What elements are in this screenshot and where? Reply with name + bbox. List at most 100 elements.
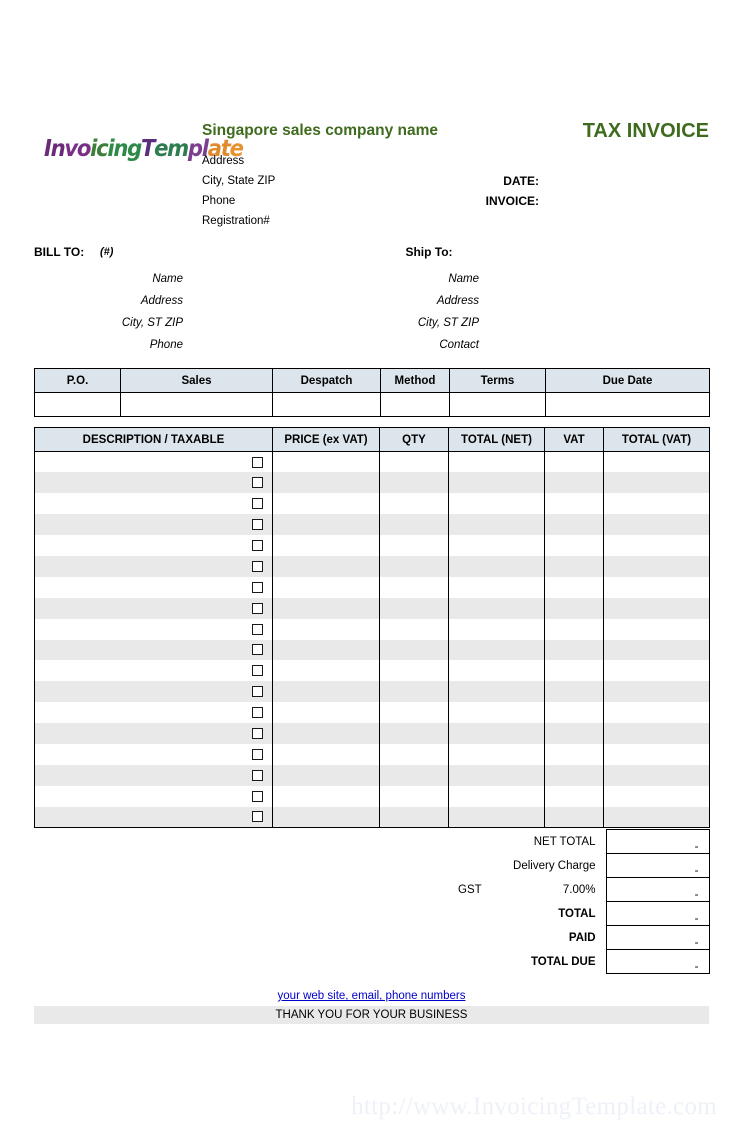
cell-price[interactable] [272, 576, 380, 598]
cell-total-vat[interactable] [603, 639, 710, 661]
cell-total-net[interactable] [448, 785, 545, 807]
cell-total-net[interactable] [448, 493, 545, 515]
paid-value[interactable]: - [605, 925, 710, 950]
cell-description[interactable] [34, 702, 273, 724]
cell-vat[interactable] [544, 597, 604, 619]
cell-qty[interactable] [379, 576, 449, 598]
cell-total-net[interactable] [448, 639, 545, 661]
cell-price[interactable] [272, 806, 380, 829]
cell-description[interactable] [34, 723, 273, 744]
field-due-date[interactable] [545, 392, 710, 417]
cell-total-vat[interactable] [603, 535, 710, 556]
cell-total-vat[interactable] [603, 576, 710, 598]
cell-vat[interactable] [544, 743, 604, 765]
cell-price[interactable] [272, 785, 380, 807]
cell-price[interactable] [272, 660, 380, 682]
cell-price[interactable] [272, 451, 380, 473]
cell-description[interactable] [34, 806, 273, 829]
field-method[interactable] [380, 392, 450, 417]
cell-price[interactable] [272, 764, 380, 786]
cell-description[interactable] [34, 451, 273, 473]
cell-total-net[interactable] [448, 660, 545, 682]
cell-total-vat[interactable] [603, 660, 710, 682]
cell-total-vat[interactable] [603, 702, 710, 724]
bill-to-address[interactable]: Address [34, 290, 183, 312]
cell-price[interactable] [272, 472, 380, 494]
cell-total-net[interactable] [448, 597, 545, 619]
cell-total-net[interactable] [448, 576, 545, 598]
cell-total-vat[interactable] [603, 806, 710, 829]
cell-vat[interactable] [544, 723, 604, 744]
cell-description[interactable] [34, 639, 273, 661]
cell-price[interactable] [272, 743, 380, 765]
taxable-checkbox[interactable] [252, 811, 263, 823]
taxable-checkbox[interactable] [252, 581, 263, 593]
bill-to-name[interactable]: Name [34, 268, 183, 290]
taxable-checkbox[interactable] [252, 602, 263, 614]
cell-price[interactable] [272, 618, 380, 640]
taxable-checkbox[interactable] [252, 686, 263, 698]
taxable-checkbox[interactable] [252, 519, 263, 531]
cell-vat[interactable] [544, 639, 604, 661]
taxable-checkbox[interactable] [252, 456, 263, 468]
gst-rate[interactable]: 7.00% [474, 878, 606, 902]
cell-qty[interactable] [379, 493, 449, 515]
cell-qty[interactable] [379, 702, 449, 724]
cell-description[interactable] [34, 472, 273, 494]
cell-qty[interactable] [379, 472, 449, 494]
ship-to-name[interactable]: Name [354, 268, 479, 290]
taxable-checkbox[interactable] [252, 560, 263, 572]
cell-total-net[interactable] [448, 451, 545, 473]
cell-vat[interactable] [544, 535, 604, 556]
cell-description[interactable] [34, 493, 273, 515]
taxable-checkbox[interactable] [252, 623, 263, 635]
cell-description[interactable] [34, 743, 273, 765]
cell-total-vat[interactable] [603, 597, 710, 619]
cell-total-net[interactable] [448, 743, 545, 765]
cell-qty[interactable] [379, 514, 449, 536]
cell-price[interactable] [272, 493, 380, 515]
cell-price[interactable] [272, 514, 380, 536]
cell-qty[interactable] [379, 764, 449, 786]
bill-to-phone[interactable]: Phone [34, 334, 183, 356]
cell-description[interactable] [34, 618, 273, 640]
cell-total-vat[interactable] [603, 493, 710, 515]
cell-total-net[interactable] [448, 514, 545, 536]
cell-vat[interactable] [544, 785, 604, 807]
cell-vat[interactable] [544, 514, 604, 536]
cell-total-vat[interactable] [603, 618, 710, 640]
cell-price[interactable] [272, 723, 380, 744]
cell-total-vat[interactable] [603, 451, 710, 473]
cell-description[interactable] [34, 785, 273, 807]
bill-to-city[interactable]: City, ST ZIP [34, 312, 183, 334]
cell-description[interactable] [34, 660, 273, 682]
cell-description[interactable] [34, 764, 273, 786]
taxable-checkbox[interactable] [252, 769, 263, 781]
field-po[interactable] [34, 392, 121, 417]
cell-price[interactable] [272, 535, 380, 556]
taxable-checkbox[interactable] [252, 748, 263, 760]
cell-total-net[interactable] [448, 555, 545, 577]
cell-total-net[interactable] [448, 723, 545, 744]
cell-total-net[interactable] [448, 618, 545, 640]
cell-price[interactable] [272, 639, 380, 661]
cell-total-vat[interactable] [603, 514, 710, 536]
cell-qty[interactable] [379, 723, 449, 744]
cell-qty[interactable] [379, 535, 449, 556]
field-despatch[interactable] [272, 392, 381, 417]
cell-price[interactable] [272, 681, 380, 703]
cell-qty[interactable] [379, 660, 449, 682]
cell-total-vat[interactable] [603, 723, 710, 744]
cell-vat[interactable] [544, 618, 604, 640]
cell-qty[interactable] [379, 743, 449, 765]
cell-vat[interactable] [544, 660, 604, 682]
taxable-checkbox[interactable] [252, 540, 263, 551]
cell-description[interactable] [34, 555, 273, 577]
cell-total-vat[interactable] [603, 743, 710, 765]
ship-to-contact[interactable]: Contact [354, 334, 479, 356]
field-sales[interactable] [120, 392, 273, 417]
field-terms[interactable] [449, 392, 546, 417]
taxable-checkbox[interactable] [252, 790, 263, 802]
cell-description[interactable] [34, 514, 273, 536]
cell-price[interactable] [272, 702, 380, 724]
